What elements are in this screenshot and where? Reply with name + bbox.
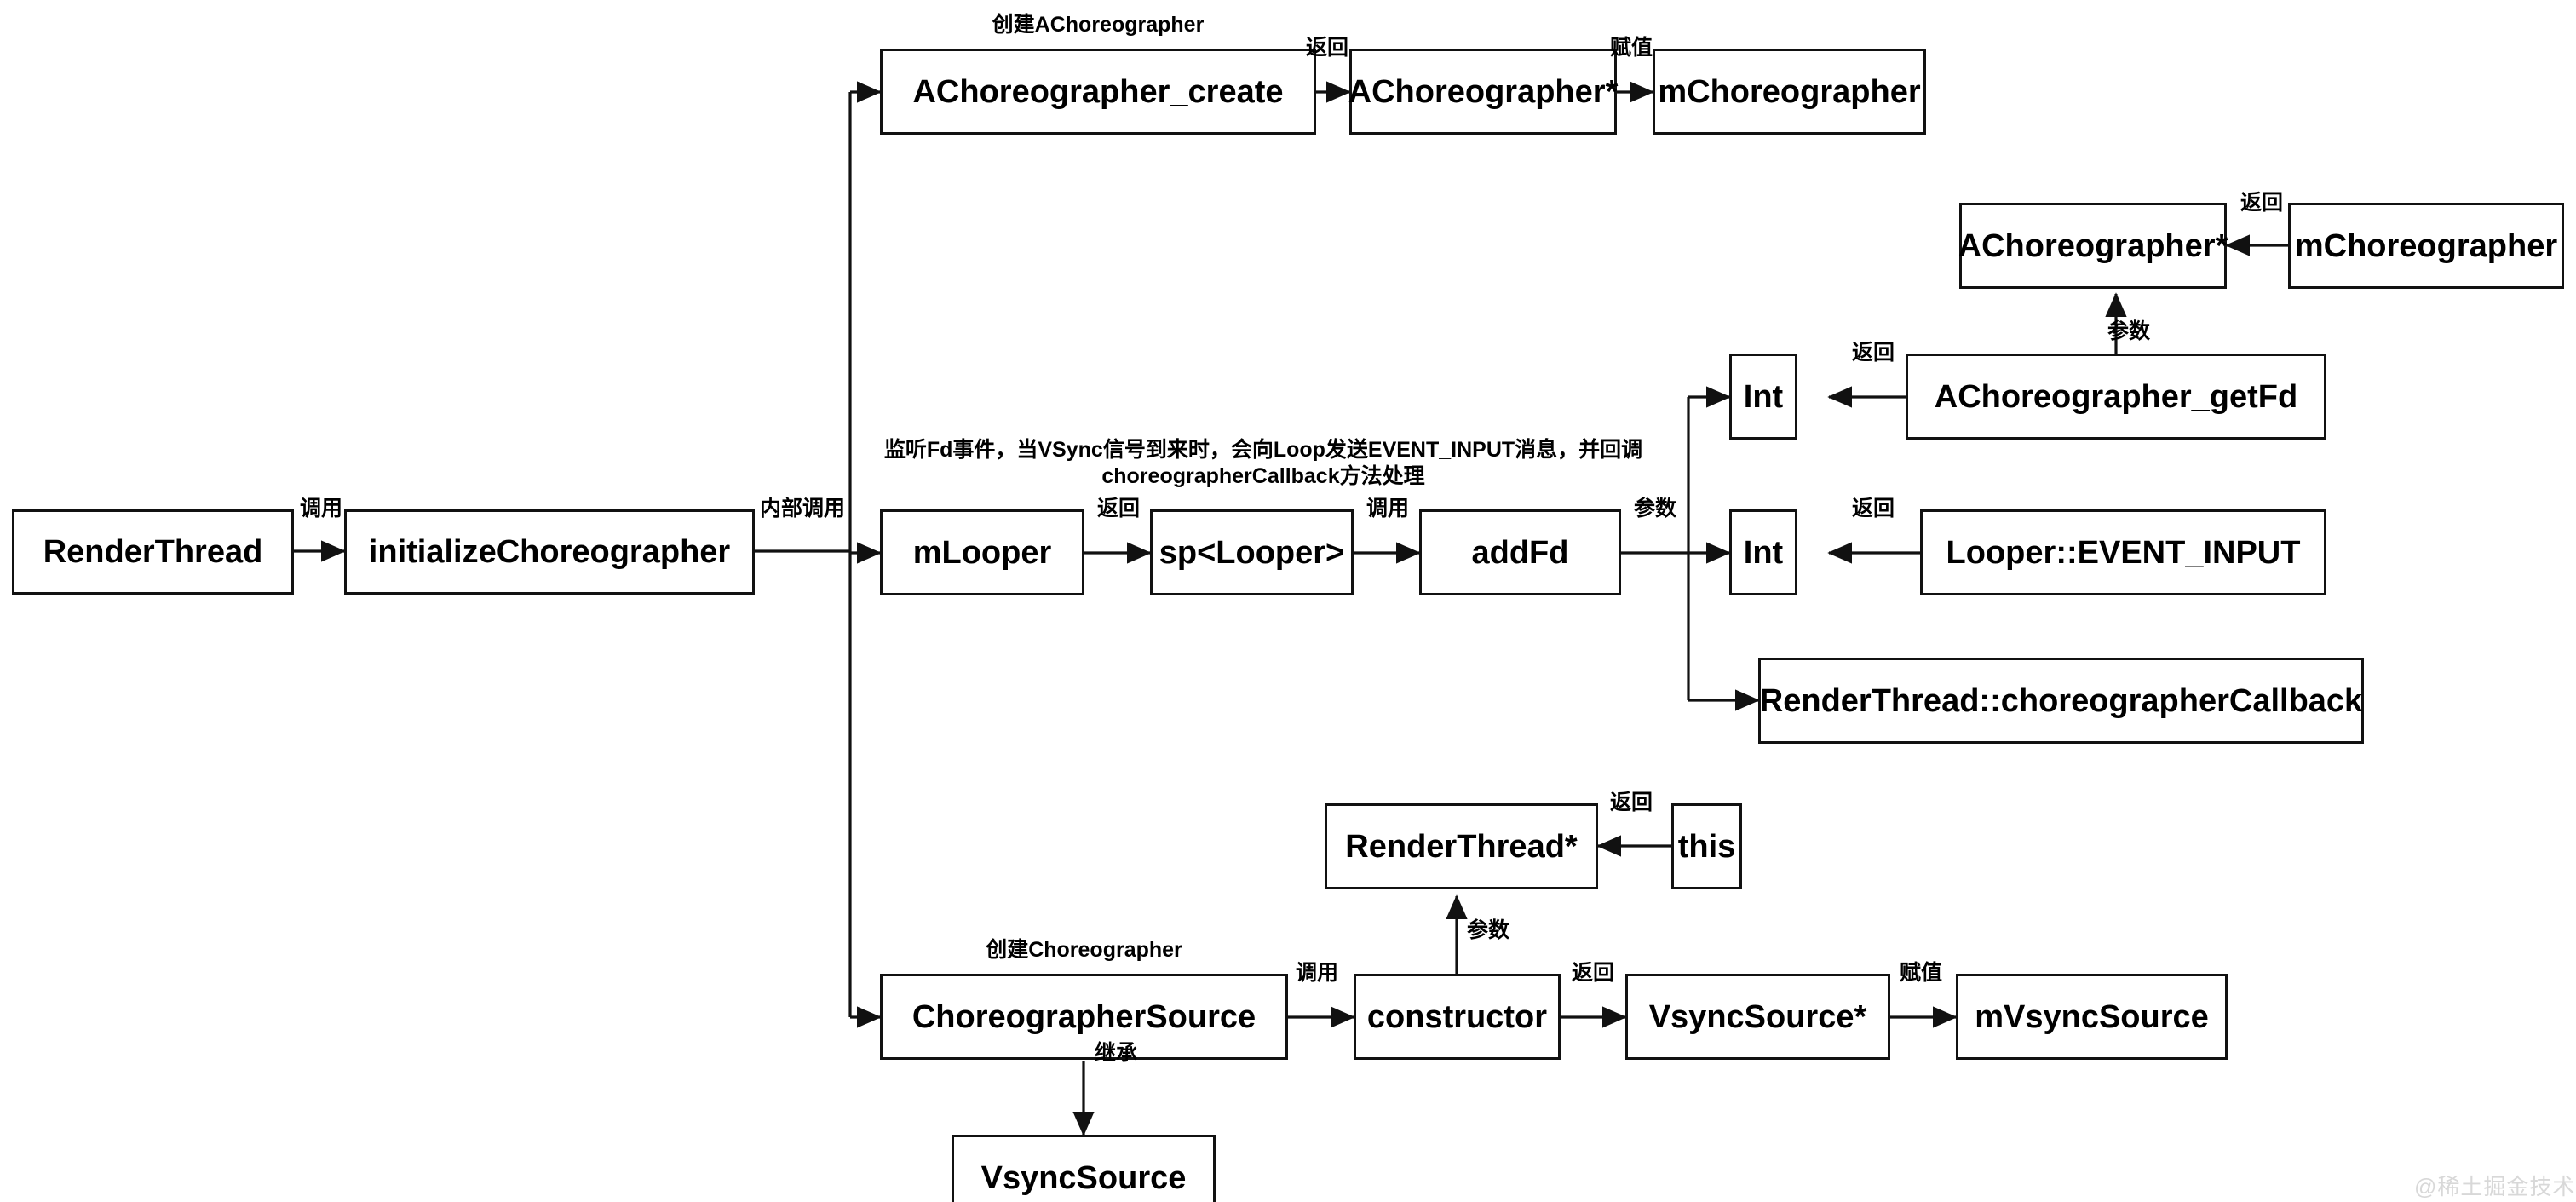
node-sp-looper[interactable]: sp<Looper> xyxy=(1150,509,1354,595)
note-create-choreographer: 创建Choreographer xyxy=(986,938,1182,962)
node-mlooper[interactable]: mLooper xyxy=(880,509,1084,595)
node-achoreographer-ptr-top[interactable]: AChoreographer* xyxy=(1348,49,1619,135)
node-vsync-source[interactable]: VsyncSource xyxy=(952,1135,1216,1202)
node-achoreographer-create[interactable]: AChoreographer_create xyxy=(880,49,1316,135)
node-label: mChoreographer xyxy=(2294,227,2558,264)
node-int-event[interactable]: Int xyxy=(1729,509,1797,595)
edge-label-internal-call: 内部调用 xyxy=(760,497,846,520)
note-create-achoreographer: 创建AChoreographer xyxy=(992,13,1205,37)
node-choreographer-source[interactable]: ChoreographerSource xyxy=(880,974,1288,1060)
node-label: RenderThread xyxy=(43,534,263,570)
node-mchoreographer-right[interactable]: mChoreographer xyxy=(2288,203,2564,289)
node-constructor[interactable]: constructor xyxy=(1354,974,1561,1060)
edge-label-call-3: 调用 xyxy=(1296,961,1339,985)
edge-label-assign-2: 赋值 xyxy=(1900,961,1943,985)
node-mchoreographer-top[interactable]: mChoreographer xyxy=(1653,49,1926,135)
node-label: Int xyxy=(1743,534,1784,571)
node-label: AChoreographer* xyxy=(1958,227,2228,264)
node-label: this xyxy=(1677,828,1736,865)
node-render-thread-callback[interactable]: RenderThread::choreographerCallback xyxy=(1758,658,2364,744)
node-label: addFd xyxy=(1471,534,1569,571)
node-render-thread[interactable]: RenderThread xyxy=(12,509,294,595)
node-int-getfd[interactable]: Int xyxy=(1729,354,1797,440)
node-label: VsyncSource xyxy=(980,1159,1187,1196)
node-label: Int xyxy=(1743,378,1784,415)
edge-label-param-3: 参数 xyxy=(1467,918,1510,942)
edge-label-return-2: 返回 xyxy=(2240,191,2284,215)
node-label: VsyncSource* xyxy=(1648,998,1867,1035)
edge-label-return-5: 返回 xyxy=(1852,497,1895,520)
edge-label-return-3: 返回 xyxy=(1852,341,1895,365)
node-label: sp<Looper> xyxy=(1159,534,1345,571)
edge-label-param-2: 参数 xyxy=(1634,497,1677,520)
edge-label-assign-1: 赋值 xyxy=(1610,36,1653,60)
node-label: mVsyncSource xyxy=(1975,998,2209,1035)
edge-label-call-1: 调用 xyxy=(300,497,343,520)
node-render-thread-ptr[interactable]: RenderThread* xyxy=(1325,803,1598,889)
edge-label-return-6: 返回 xyxy=(1610,791,1653,814)
node-label: RenderThread* xyxy=(1345,828,1578,865)
edge-label-return-1: 返回 xyxy=(1306,36,1349,60)
node-addfd[interactable]: addFd xyxy=(1419,509,1621,595)
node-label: ChoreographerSource xyxy=(911,998,1256,1035)
edge-label-inherit: 继承 xyxy=(1095,1041,1138,1065)
node-label: Looper::EVENT_INPUT xyxy=(1946,534,2301,571)
edge-label-return-7: 返回 xyxy=(1572,961,1615,985)
edge-label-call-2: 调用 xyxy=(1366,497,1410,520)
node-label: mChoreographer xyxy=(1658,73,1921,110)
node-label: constructor xyxy=(1366,998,1548,1035)
node-label: initializeChoreographer xyxy=(368,534,731,570)
node-initialize-choreographer[interactable]: initializeChoreographer xyxy=(344,509,755,595)
node-label: AChoreographer_getFd xyxy=(1934,378,2298,415)
note-addfd: 监听Fd事件，当VSync信号到来时，会向Loop发送EVENT_INPUT消息… xyxy=(883,438,1643,489)
diagram-canvas: RenderThread initializeChoreographer ACh… xyxy=(0,0,2576,1202)
node-achoreographer-getfd[interactable]: AChoreographer_getFd xyxy=(1906,354,2326,440)
edge-label-return-4: 返回 xyxy=(1097,497,1141,520)
node-vsync-source-ptr[interactable]: VsyncSource* xyxy=(1625,974,1890,1060)
node-this[interactable]: this xyxy=(1671,803,1742,889)
watermark: @稀土掘金技术社区 xyxy=(2414,1174,2576,1199)
node-mvsync-source[interactable]: mVsyncSource xyxy=(1956,974,2228,1060)
node-label: mLooper xyxy=(912,534,1052,571)
node-achoreographer-ptr-right[interactable]: AChoreographer* xyxy=(1958,203,2228,289)
node-label: AChoreographer* xyxy=(1348,73,1619,110)
edge-label-param-1: 参数 xyxy=(2107,319,2151,343)
node-looper-event-input[interactable]: Looper::EVENT_INPUT xyxy=(1920,509,2326,595)
node-label: AChoreographer_create xyxy=(912,73,1284,110)
node-label: RenderThread::choreographerCallback xyxy=(1759,682,2363,719)
